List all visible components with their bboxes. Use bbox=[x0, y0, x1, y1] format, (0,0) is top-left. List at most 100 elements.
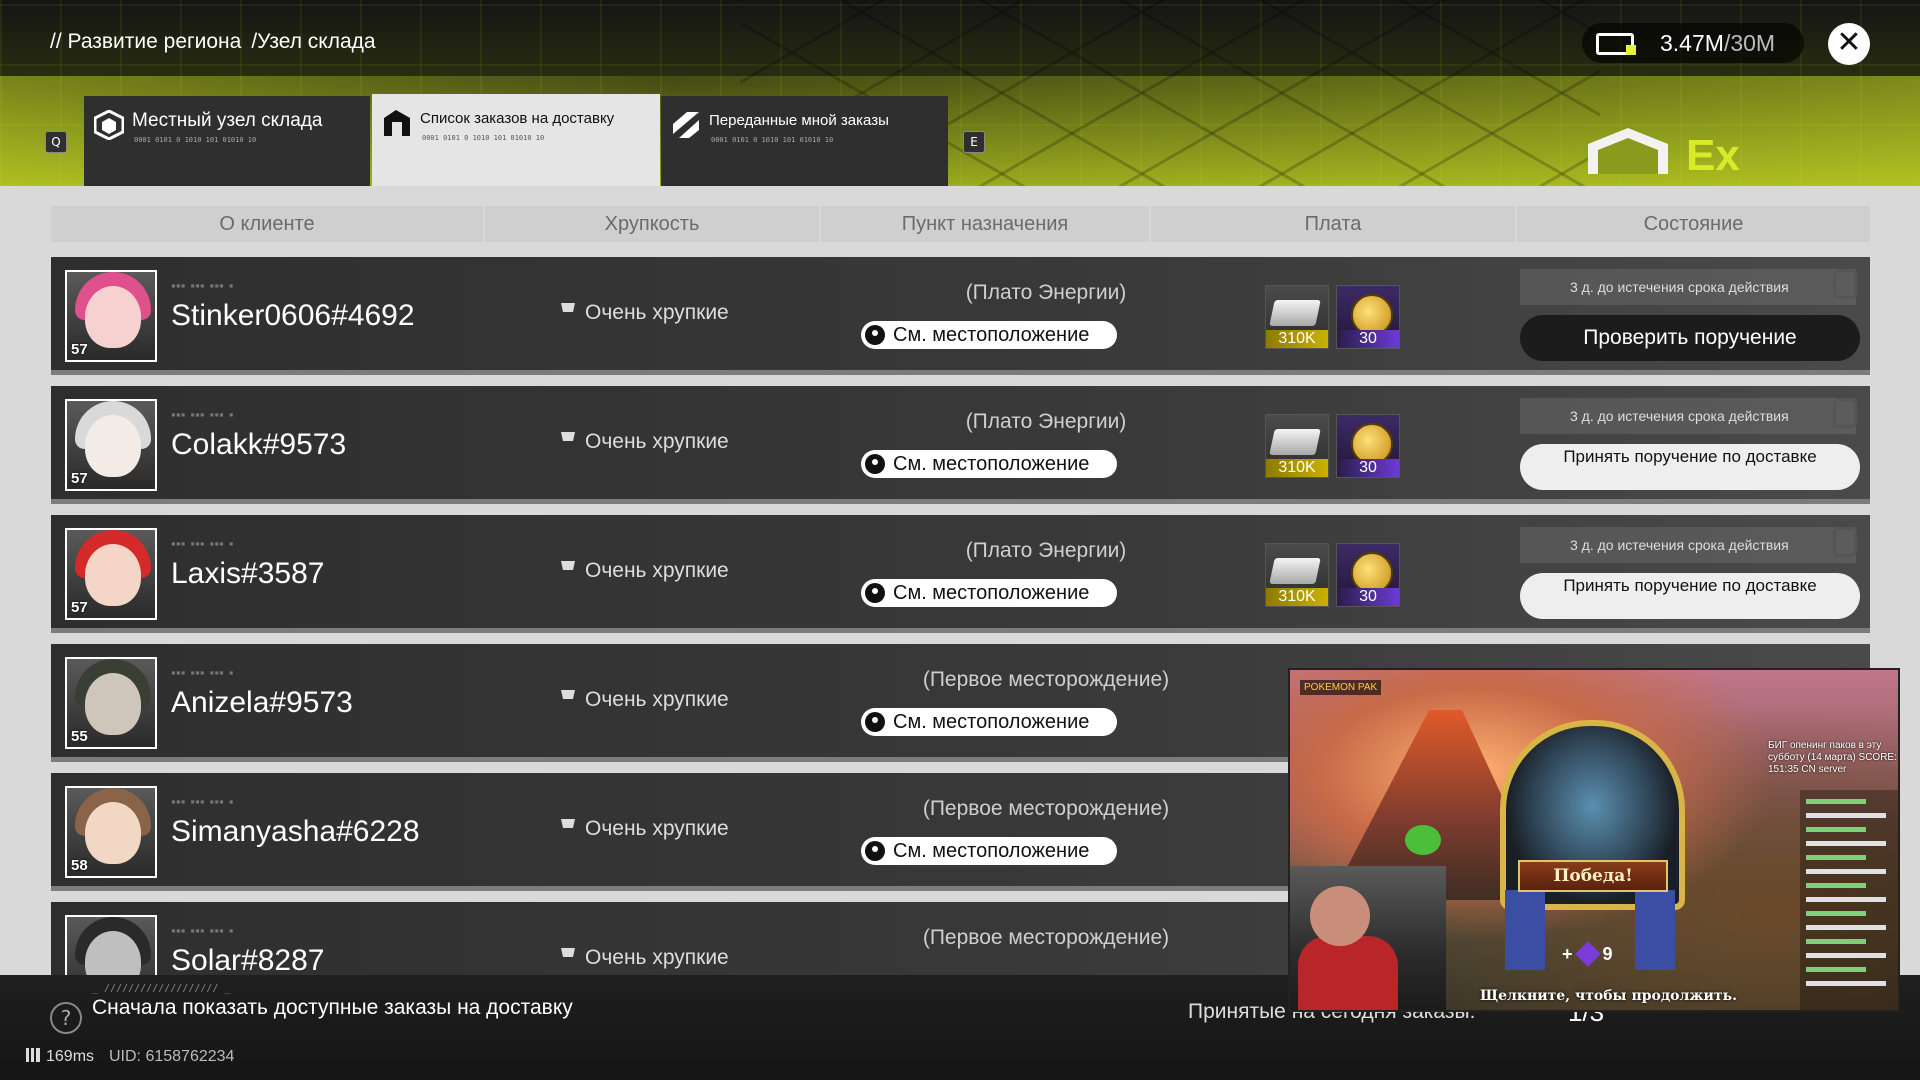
fragility: Очень хрупкие bbox=[561, 688, 729, 712]
check-order-button[interactable]: Проверить поручение bbox=[1520, 315, 1860, 361]
client-level: 57 bbox=[71, 341, 88, 358]
accept-delivery-button[interactable]: Принять поручение по доставке bbox=[1520, 444, 1860, 490]
curtain-left bbox=[1505, 890, 1545, 970]
gem-icon bbox=[1574, 941, 1601, 967]
fragility-label: Очень хрупкие bbox=[585, 430, 729, 453]
click-to-continue: Щелкните, чтобы продолжить. bbox=[1480, 988, 1737, 1004]
warehouse-icon bbox=[94, 110, 124, 140]
stream-overlay-window[interactable]: POKEMON PAK Победа! +9 Щелкните, чтобы п… bbox=[1288, 668, 1900, 1012]
client-name: Solar#8287 bbox=[171, 944, 325, 977]
avatar-face bbox=[85, 415, 141, 477]
view-location-button[interactable]: См. местоположение bbox=[861, 321, 1117, 349]
client-level: 58 bbox=[71, 857, 88, 874]
reward-gold-amount: 30 bbox=[1337, 459, 1399, 477]
footer-hint-code: _ /////////////////// _ bbox=[92, 983, 231, 994]
column-headers: О клиенте Хрупкость Пункт назначения Пла… bbox=[51, 206, 1870, 242]
view-location-button[interactable]: См. местоположение bbox=[861, 579, 1117, 607]
fragile-glass-icon bbox=[561, 690, 575, 708]
user-id: UID: 6158762234 bbox=[109, 1048, 235, 1065]
reward-silver-amount: 310K bbox=[1266, 330, 1328, 348]
fragile-glass-icon bbox=[561, 819, 575, 837]
breadcrumb-current: /Узел склада bbox=[251, 30, 376, 53]
tab-label: Местный узел склада bbox=[132, 110, 323, 131]
view-location-label: См. местоположение bbox=[893, 582, 1090, 604]
currency-current: 3.47M bbox=[1660, 29, 1724, 56]
signal-icon bbox=[26, 1048, 40, 1062]
client-name-code: ▪▪▪ ▪▪▪ ▪▪▪ ▪ bbox=[171, 539, 234, 548]
close-icon: ✕ bbox=[1836, 25, 1862, 60]
stream-pack-label: POKEMON PAK bbox=[1300, 680, 1382, 695]
client-name-code: ▪▪▪ ▪▪▪ ▪▪▪ ▪ bbox=[171, 797, 234, 806]
avatar-face bbox=[85, 286, 141, 348]
help-icon[interactable]: ? bbox=[50, 1002, 82, 1034]
column-destination: Пункт назначения bbox=[821, 206, 1151, 242]
fragile-glass-icon bbox=[561, 561, 575, 579]
murloc-figure bbox=[1405, 825, 1441, 855]
client-name: Colakk#9573 bbox=[171, 428, 347, 461]
tab-delivery-order-list[interactable]: Список заказов на доставку 0001 0101 0 1… bbox=[372, 94, 660, 186]
tab-label: Список заказов на доставку bbox=[420, 110, 615, 127]
reward-gold-amount: 30 bbox=[1337, 588, 1399, 606]
fragility-label: Очень хрупкие bbox=[585, 301, 729, 324]
view-location-label: См. местоположение bbox=[893, 324, 1090, 346]
fragility-label: Очень хрупкие bbox=[585, 688, 729, 711]
stream-chat bbox=[1800, 790, 1898, 1010]
order-row[interactable]: 57 ▪▪▪ ▪▪▪ ▪▪▪ ▪ Colakk#9573 Очень хрупкие (… bbox=[51, 386, 1870, 504]
view-location-label: См. местоположение bbox=[893, 453, 1090, 475]
fragile-glass-icon bbox=[561, 303, 575, 321]
destination-name: (Первое месторождение) bbox=[922, 668, 1170, 691]
fragility: Очень хрупкие bbox=[561, 559, 729, 583]
client-level: 55 bbox=[71, 728, 88, 745]
avatar-face bbox=[85, 544, 141, 606]
destination-name: (Плато Энергии) bbox=[965, 410, 1127, 433]
stream-info-text: БИГ опенинг паков в эту субботу (14 март… bbox=[1768, 740, 1897, 775]
client-avatar: 57 bbox=[65, 270, 157, 362]
currency-max: /30M bbox=[1723, 29, 1776, 56]
column-client: О клиенте bbox=[51, 206, 485, 242]
fragility: Очень хрупкие bbox=[561, 946, 729, 970]
breadcrumb-root: // Развитие региона bbox=[50, 30, 242, 53]
victory-banner: Победа! bbox=[1518, 860, 1668, 892]
show-available-orders-toggle[interactable]: Сначала показать доступные заказы на дос… bbox=[92, 996, 573, 1020]
terminal-credit-icon bbox=[1594, 29, 1638, 57]
webcam-feed bbox=[1290, 866, 1446, 1010]
tab-code: 0001 0101 0 1010 101 01010 10 bbox=[134, 136, 257, 144]
location-pin-icon bbox=[865, 841, 885, 861]
client-level: 57 bbox=[71, 599, 88, 616]
accept-delivery-button[interactable]: Принять поручение по доставке bbox=[1520, 573, 1860, 619]
tab-my-transferred-orders[interactable]: Переданные мной заказы 0001 0101 0 1010 … bbox=[661, 96, 948, 186]
sent-orders-icon bbox=[673, 112, 699, 138]
tab-code: 0001 0101 0 1010 101 01010 10 bbox=[711, 136, 834, 144]
view-location-button[interactable]: См. местоположение bbox=[861, 837, 1117, 865]
client-name-code: ▪▪▪ ▪▪▪ ▪▪▪ ▪ bbox=[171, 926, 234, 935]
column-status: Состояние bbox=[1643, 213, 1744, 235]
order-list-icon bbox=[384, 110, 410, 136]
currency-display: 3.47M/30M bbox=[1582, 23, 1804, 63]
fragility: Очень хрупкие bbox=[561, 817, 729, 841]
currency-value: 3.47M/30M bbox=[1660, 30, 1775, 57]
order-row[interactable]: 57 ▪▪▪ ▪▪▪ ▪▪▪ ▪ Stinker0606#4692 Очень хру… bbox=[51, 257, 1870, 375]
avatar-face bbox=[85, 802, 141, 864]
client-avatar: 57 bbox=[65, 399, 157, 491]
network-ping: 169ms bbox=[26, 1048, 94, 1066]
view-location-button[interactable]: См. местоположение bbox=[861, 450, 1117, 478]
reward-gold-coins: 30 bbox=[1336, 414, 1400, 478]
tab-local-warehouse-node[interactable]: Местный узел склада 0001 0101 0 1010 101… bbox=[84, 96, 370, 186]
location-pin-icon bbox=[865, 325, 885, 345]
reward-silver-credits: 310K bbox=[1265, 543, 1329, 607]
order-row[interactable]: 57 ▪▪▪ ▪▪▪ ▪▪▪ ▪ Laxis#3587 Очень хрупкие (П… bbox=[51, 515, 1870, 633]
hourglass-icon bbox=[1833, 269, 1857, 299]
gem-reward: +9 bbox=[1562, 941, 1613, 967]
avatar-face bbox=[85, 673, 141, 735]
expiry-notice: 3 д. до истечения срока действия bbox=[1520, 527, 1856, 563]
client-avatar: 55 bbox=[65, 657, 157, 749]
view-location-button[interactable]: См. местоположение bbox=[861, 708, 1117, 736]
client-name-code: ▪▪▪ ▪▪▪ ▪▪▪ ▪ bbox=[171, 668, 234, 677]
client-name-code: ▪▪▪ ▪▪▪ ▪▪▪ ▪ bbox=[171, 410, 234, 419]
reward-silver-credits: 310K bbox=[1265, 285, 1329, 349]
client-name: Stinker0606#4692 bbox=[171, 299, 415, 332]
ping-value: 169ms bbox=[46, 1048, 95, 1065]
close-button[interactable]: ✕ bbox=[1828, 23, 1870, 65]
client-name: Simanyasha#6228 bbox=[171, 815, 420, 848]
logo-text: Ex bbox=[1686, 131, 1740, 176]
